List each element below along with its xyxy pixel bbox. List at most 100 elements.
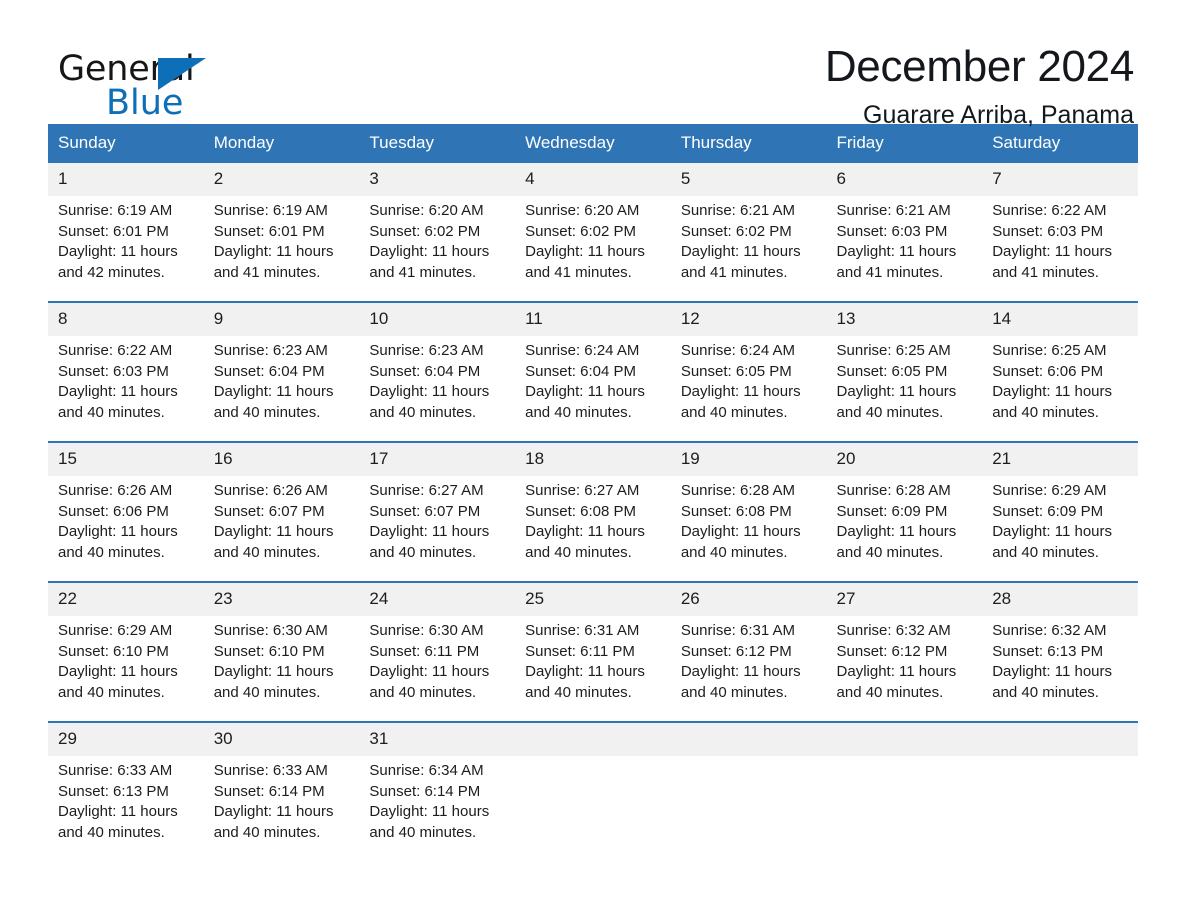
sunrise-text: Sunrise: 6:22 AM (58, 342, 173, 359)
day-cell[interactable]: Sunrise: 6:22 AM Sunset: 6:03 PM Dayligh… (982, 196, 1138, 302)
sunset-text: Sunset: 6:04 PM (213, 362, 325, 380)
day-cell[interactable]: Sunrise: 6:19 AM Sunset: 6:01 PM Dayligh… (48, 196, 204, 302)
day-cell-empty (515, 756, 671, 862)
date-number[interactable]: 8 (48, 301, 204, 336)
day-cell[interactable]: Sunrise: 6:32 AM Sunset: 6:12 PM Dayligh… (826, 616, 983, 722)
day-cell[interactable]: Sunrise: 6:21 AM Sunset: 6:03 PM Dayligh… (826, 196, 983, 302)
day-cell[interactable]: Sunrise: 6:20 AM Sunset: 6:02 PM Dayligh… (359, 196, 516, 302)
day-cell[interactable]: Sunrise: 6:29 AM Sunset: 6:09 PM Dayligh… (982, 476, 1138, 582)
date-number[interactable]: 2 (203, 163, 360, 196)
day-cell[interactable]: Sunrise: 6:31 AM Sunset: 6:12 PM Dayligh… (670, 616, 827, 722)
sunrise-text: Sunrise: 6:19 AM (213, 202, 328, 219)
sunset-text: Sunset: 6:03 PM (992, 222, 1104, 240)
day-cell[interactable]: Sunrise: 6:30 AM Sunset: 6:10 PM Dayligh… (203, 616, 360, 722)
day-cell[interactable]: Sunrise: 6:25 AM Sunset: 6:05 PM Dayligh… (826, 336, 983, 442)
date-number[interactable]: 17 (359, 441, 516, 476)
sunset-text: Sunset: 6:02 PM (369, 222, 481, 240)
date-number[interactable]: 18 (515, 441, 671, 476)
date-number[interactable]: 22 (48, 581, 204, 616)
day-cell[interactable]: Sunrise: 6:31 AM Sunset: 6:11 PM Dayligh… (515, 616, 671, 722)
date-number[interactable]: 29 (48, 721, 204, 756)
sunrise-text: Sunrise: 6:29 AM (58, 622, 173, 639)
date-number[interactable]: 30 (203, 721, 360, 756)
day-cell[interactable]: Sunrise: 6:32 AM Sunset: 6:13 PM Dayligh… (982, 616, 1138, 722)
page-title: December 2024 (824, 42, 1134, 91)
date-number[interactable]: 3 (359, 163, 516, 196)
sunrise-text: Sunrise: 6:30 AM (369, 622, 484, 639)
day-cell[interactable]: Sunrise: 6:30 AM Sunset: 6:11 PM Dayligh… (359, 616, 516, 722)
day-cell[interactable]: Sunrise: 6:29 AM Sunset: 6:10 PM Dayligh… (48, 616, 204, 722)
weekday-header-monday: Monday (203, 124, 360, 163)
day-cell[interactable]: Sunrise: 6:33 AM Sunset: 6:14 PM Dayligh… (203, 756, 360, 862)
daylight-text-1: Daylight: 11 hours (369, 663, 490, 680)
sunrise-text: Sunrise: 6:19 AM (58, 202, 173, 219)
day-cell[interactable]: Sunrise: 6:19 AM Sunset: 6:01 PM Dayligh… (203, 196, 360, 302)
page-subtitle: Guarare Arriba, Panama (863, 101, 1134, 130)
generalblue-logo[interactable]: General Blue (58, 44, 258, 121)
date-number[interactable]: 13 (826, 301, 983, 336)
weekday-header-friday: Friday (826, 124, 983, 163)
date-number[interactable]: 7 (982, 163, 1138, 196)
week-date-row: 8 9 10 11 12 13 14 (48, 301, 1138, 336)
sunrise-text: Sunrise: 6:21 AM (836, 202, 951, 219)
day-cell[interactable]: Sunrise: 6:27 AM Sunset: 6:07 PM Dayligh… (359, 476, 516, 582)
date-number-empty (826, 721, 983, 756)
date-number[interactable]: 25 (515, 581, 671, 616)
date-number[interactable]: 19 (670, 441, 827, 476)
week-date-row: 1 2 3 4 5 6 7 (48, 163, 1138, 196)
day-cell[interactable]: Sunrise: 6:26 AM Sunset: 6:07 PM Dayligh… (203, 476, 360, 582)
day-cell[interactable]: Sunrise: 6:21 AM Sunset: 6:02 PM Dayligh… (670, 196, 827, 302)
date-number[interactable]: 5 (670, 163, 827, 196)
date-number[interactable]: 10 (359, 301, 516, 336)
daylight-text-2: and 41 minutes. (680, 263, 788, 281)
date-number[interactable]: 16 (203, 441, 360, 476)
daylight-text-1: Daylight: 11 hours (992, 663, 1113, 680)
date-number[interactable]: 23 (203, 581, 360, 616)
daylight-text-1: Daylight: 11 hours (213, 383, 334, 400)
date-number[interactable]: 24 (359, 581, 516, 616)
day-cell[interactable]: Sunrise: 6:28 AM Sunset: 6:09 PM Dayligh… (826, 476, 983, 582)
sunrise-text: Sunrise: 6:33 AM (213, 762, 328, 779)
date-number[interactable]: 12 (670, 301, 827, 336)
weekday-header-wednesday: Wednesday (515, 124, 671, 163)
date-number[interactable]: 20 (826, 441, 983, 476)
date-number[interactable]: 11 (515, 301, 671, 336)
sunset-text: Sunset: 6:09 PM (836, 502, 948, 520)
day-cell-empty (826, 756, 983, 862)
day-cell[interactable]: Sunrise: 6:34 AM Sunset: 6:14 PM Dayligh… (359, 756, 516, 862)
day-cell[interactable]: Sunrise: 6:24 AM Sunset: 6:05 PM Dayligh… (670, 336, 827, 442)
day-cell[interactable]: Sunrise: 6:24 AM Sunset: 6:04 PM Dayligh… (515, 336, 671, 442)
day-cell[interactable]: Sunrise: 6:23 AM Sunset: 6:04 PM Dayligh… (203, 336, 360, 442)
sunset-text: Sunset: 6:07 PM (369, 502, 481, 520)
daylight-text-1: Daylight: 11 hours (680, 663, 801, 680)
date-number[interactable]: 4 (515, 163, 671, 196)
day-cell[interactable]: Sunrise: 6:22 AM Sunset: 6:03 PM Dayligh… (48, 336, 204, 442)
daylight-text-2: and 40 minutes. (213, 403, 321, 421)
sunset-text: Sunset: 6:10 PM (58, 642, 169, 660)
day-cell[interactable]: Sunrise: 6:33 AM Sunset: 6:13 PM Dayligh… (48, 756, 204, 862)
date-number[interactable]: 15 (48, 441, 204, 476)
day-cell[interactable]: Sunrise: 6:27 AM Sunset: 6:08 PM Dayligh… (515, 476, 671, 582)
date-number[interactable]: 21 (982, 441, 1138, 476)
day-cell[interactable]: Sunrise: 6:20 AM Sunset: 6:02 PM Dayligh… (515, 196, 671, 302)
date-number[interactable]: 14 (982, 301, 1138, 336)
daylight-text-2: and 41 minutes. (213, 263, 321, 281)
daylight-text-1: Daylight: 11 hours (836, 523, 957, 540)
sunset-text: Sunset: 6:12 PM (680, 642, 792, 660)
date-number[interactable]: 26 (670, 581, 827, 616)
day-cell[interactable]: Sunrise: 6:26 AM Sunset: 6:06 PM Dayligh… (48, 476, 204, 582)
date-number[interactable]: 1 (48, 163, 204, 196)
sunset-text: Sunset: 6:01 PM (213, 222, 325, 240)
date-number[interactable]: 31 (359, 721, 516, 756)
day-cell[interactable]: Sunrise: 6:23 AM Sunset: 6:04 PM Dayligh… (359, 336, 516, 442)
day-cell[interactable]: Sunrise: 6:25 AM Sunset: 6:06 PM Dayligh… (982, 336, 1138, 442)
date-number[interactable]: 6 (826, 163, 983, 196)
sunrise-text: Sunrise: 6:27 AM (525, 482, 640, 499)
date-number[interactable]: 27 (826, 581, 983, 616)
date-number[interactable]: 9 (203, 301, 360, 336)
daylight-text-2: and 40 minutes. (680, 403, 788, 421)
sunset-text: Sunset: 6:04 PM (369, 362, 481, 380)
day-cell[interactable]: Sunrise: 6:28 AM Sunset: 6:08 PM Dayligh… (670, 476, 827, 582)
date-number[interactable]: 28 (982, 581, 1138, 616)
daylight-text-2: and 41 minutes. (369, 263, 477, 281)
